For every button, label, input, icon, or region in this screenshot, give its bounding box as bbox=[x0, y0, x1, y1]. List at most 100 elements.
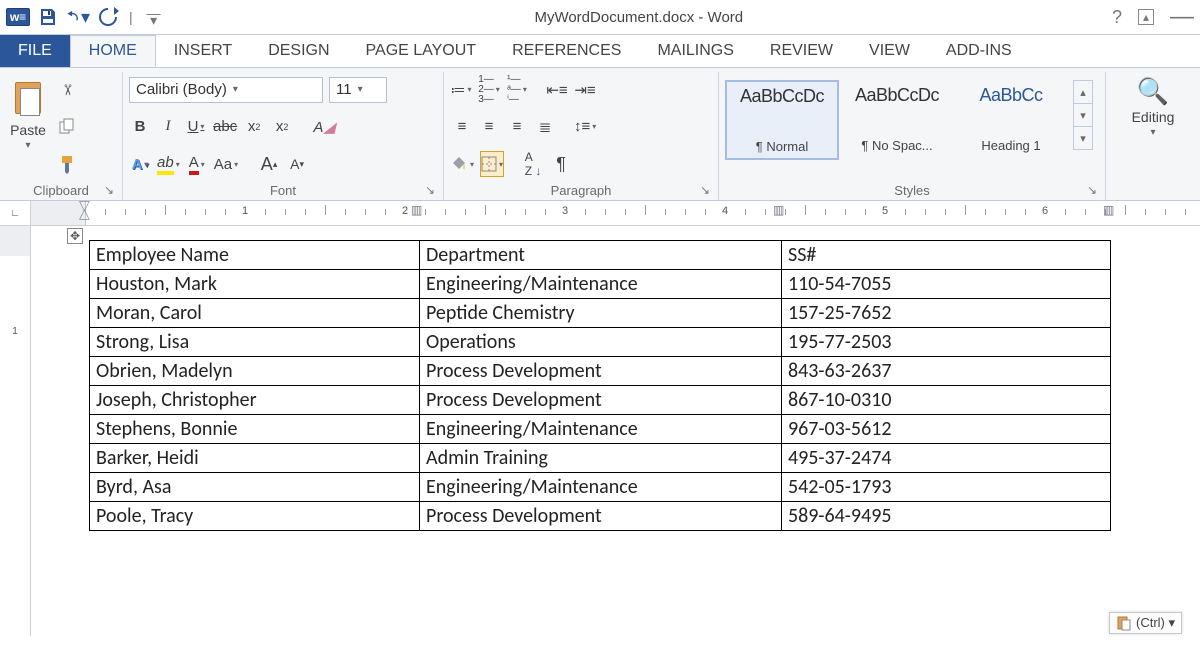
table-cell[interactable]: Moran, Carol bbox=[90, 299, 420, 328]
paragraph-dialog-launcher[interactable]: ↘ bbox=[700, 183, 710, 197]
table-cell[interactable]: Peptide Chemistry bbox=[420, 299, 782, 328]
styles-gallery[interactable]: AaBbCcDc¶ NormalAaBbCcDc¶ No Spac...AaBb… bbox=[725, 80, 1067, 160]
word-app-icon[interactable]: w≡ bbox=[6, 5, 30, 29]
table-header-cell[interactable]: SS# bbox=[782, 241, 1111, 270]
paste-options-button[interactable]: (Ctrl) ▾ bbox=[1109, 612, 1182, 634]
copy-button[interactable] bbox=[56, 115, 78, 139]
table-cell[interactable]: Process Development bbox=[420, 502, 782, 531]
align-right-button[interactable]: ≡ bbox=[506, 115, 528, 139]
table-cell[interactable]: Obrien, Madelyn bbox=[90, 357, 420, 386]
table-cell[interactable]: 157-25-7652 bbox=[782, 299, 1111, 328]
table-row[interactable]: Obrien, MadelynProcess Development843-63… bbox=[90, 357, 1111, 386]
tab-mailings[interactable]: MAILINGS bbox=[639, 35, 751, 67]
table-cell[interactable]: 843-63-2637 bbox=[782, 357, 1111, 386]
highlight-button[interactable]: ab▾ bbox=[157, 152, 180, 176]
table-cell[interactable]: 967-03-5612 bbox=[782, 415, 1111, 444]
grow-font-button[interactable]: A▴ bbox=[258, 152, 280, 176]
strikethrough-button[interactable]: abc bbox=[213, 115, 237, 139]
tab-addins[interactable]: ADD-INS bbox=[928, 35, 1030, 67]
increase-indent-button[interactable]: ⇥≡ bbox=[574, 78, 596, 102]
tab-design[interactable]: DESIGN bbox=[250, 35, 347, 67]
borders-button[interactable]: ▾ bbox=[480, 151, 504, 177]
align-center-button[interactable]: ≡ bbox=[478, 115, 500, 139]
employee-table[interactable]: Employee NameDepartmentSS#Houston, MarkE… bbox=[89, 240, 1111, 531]
underline-button[interactable]: U▾ bbox=[185, 115, 207, 139]
styles-scroll-buttons[interactable]: ▴ ▾ ▾ bbox=[1073, 80, 1093, 150]
table-cell[interactable]: Strong, Lisa bbox=[90, 328, 420, 357]
bold-button[interactable]: B bbox=[129, 115, 151, 139]
ribbon-display-options-button[interactable]: ▴ bbox=[1138, 9, 1154, 25]
tab-view[interactable]: VIEW bbox=[851, 35, 928, 67]
table-cell[interactable]: Poole, Tracy bbox=[90, 502, 420, 531]
table-row[interactable]: Barker, HeidiAdmin Training495-37-2474 bbox=[90, 444, 1111, 473]
ruler[interactable]: ∟ 1234567▥▥▥▽△ bbox=[0, 201, 1200, 226]
document-page[interactable]: ✥ Employee NameDepartmentSS#Houston, Mar… bbox=[31, 226, 1200, 636]
table-cell[interactable]: 589-64-9495 bbox=[782, 502, 1111, 531]
font-dialog-launcher[interactable]: ↘ bbox=[425, 183, 435, 197]
redo-button[interactable] bbox=[96, 5, 120, 29]
numbering-button[interactable]: 1— 2— 3— ▾ bbox=[478, 78, 500, 102]
table-cell[interactable]: Engineering/Maintenance bbox=[420, 473, 782, 502]
table-cell[interactable]: Engineering/Maintenance bbox=[420, 415, 782, 444]
table-cell[interactable]: Stephens, Bonnie bbox=[90, 415, 420, 444]
text-effects-button[interactable]: A▾ bbox=[129, 152, 151, 176]
table-row[interactable]: Houston, MarkEngineering/Maintenance110-… bbox=[90, 270, 1111, 299]
bullets-button[interactable]: ≔▾ bbox=[450, 78, 472, 102]
subscript-button[interactable]: x2 bbox=[243, 115, 265, 139]
styles-scroll-down[interactable]: ▾ bbox=[1074, 104, 1092, 127]
table-cell[interactable]: Barker, Heidi bbox=[90, 444, 420, 473]
styles-expand[interactable]: ▾ bbox=[1074, 127, 1092, 149]
shading-button[interactable]: ▾ bbox=[450, 152, 474, 176]
table-cell[interactable]: 110-54-7055 bbox=[782, 270, 1111, 299]
minimize-button[interactable]: — bbox=[1170, 3, 1194, 31]
table-move-handle[interactable]: ✥ bbox=[67, 228, 83, 244]
style-tile-1[interactable]: AaBbCcDc¶ No Spac... bbox=[841, 80, 953, 158]
table-cell[interactable]: 867-10-0310 bbox=[782, 386, 1111, 415]
table-cell[interactable]: Byrd, Asa bbox=[90, 473, 420, 502]
table-cell[interactable]: Joseph, Christopher bbox=[90, 386, 420, 415]
undo-button[interactable]: ▾ bbox=[66, 5, 90, 29]
decrease-indent-button[interactable]: ⇤≡ bbox=[546, 78, 568, 102]
table-cell[interactable]: 195-77-2503 bbox=[782, 328, 1111, 357]
line-spacing-button[interactable]: ↕≡▾ bbox=[574, 115, 596, 139]
show-marks-button[interactable]: ¶ bbox=[550, 152, 572, 176]
style-tile-2[interactable]: AaBbCcHeading 1 bbox=[955, 80, 1067, 158]
change-case-button[interactable]: Aa▾ bbox=[214, 152, 238, 176]
table-row[interactable]: Poole, TracyProcess Development589-64-94… bbox=[90, 502, 1111, 531]
font-size-combobox[interactable]: 11 ▾ bbox=[329, 77, 387, 103]
align-left-button[interactable]: ≡ bbox=[450, 115, 472, 139]
styles-dialog-launcher[interactable]: ↘ bbox=[1087, 183, 1097, 197]
font-color-button[interactable]: A▾ bbox=[186, 152, 208, 176]
justify-button[interactable]: ≣ bbox=[534, 115, 556, 139]
superscript-button[interactable]: x2 bbox=[271, 115, 293, 139]
document-area[interactable]: 1 ✥ Employee NameDepartmentSS#Houston, M… bbox=[0, 226, 1200, 636]
tab-selector[interactable]: ∟ bbox=[0, 201, 31, 225]
format-painter-button[interactable] bbox=[56, 152, 78, 176]
tab-file[interactable]: FILE bbox=[0, 35, 70, 67]
editing-dropdown[interactable]: 🔍 Editing ▾ bbox=[1128, 74, 1179, 180]
table-row[interactable]: Stephens, BonnieEngineering/Maintenance9… bbox=[90, 415, 1111, 444]
cut-button[interactable]: ✂ bbox=[56, 78, 78, 102]
table-header-row[interactable]: Employee NameDepartmentSS# bbox=[90, 241, 1111, 270]
table-cell[interactable]: Admin Training bbox=[420, 444, 782, 473]
table-cell[interactable]: Operations bbox=[420, 328, 782, 357]
styles-scroll-up[interactable]: ▴ bbox=[1074, 81, 1092, 104]
table-row[interactable]: Joseph, ChristopherProcess Development86… bbox=[90, 386, 1111, 415]
clipboard-dialog-launcher[interactable]: ↘ bbox=[104, 183, 114, 197]
clear-formatting-button[interactable]: A◢ bbox=[313, 115, 335, 139]
table-cell[interactable]: 542-05-1793 bbox=[782, 473, 1111, 502]
tab-insert[interactable]: INSERT bbox=[156, 35, 250, 67]
tab-references[interactable]: REFERENCES bbox=[494, 35, 639, 67]
table-header-cell[interactable]: Employee Name bbox=[90, 241, 420, 270]
paste-button[interactable]: Paste ▾ bbox=[6, 74, 50, 180]
shrink-font-button[interactable]: A▾ bbox=[286, 152, 308, 176]
table-row[interactable]: Moran, CarolPeptide Chemistry157-25-7652 bbox=[90, 299, 1111, 328]
table-row[interactable]: Strong, LisaOperations195-77-2503 bbox=[90, 328, 1111, 357]
table-cell[interactable]: 495-37-2474 bbox=[782, 444, 1111, 473]
table-row[interactable]: Byrd, AsaEngineering/Maintenance542-05-1… bbox=[90, 473, 1111, 502]
style-tile-0[interactable]: AaBbCcDc¶ Normal bbox=[725, 80, 839, 160]
table-cell[interactable]: Houston, Mark bbox=[90, 270, 420, 299]
table-cell[interactable]: Process Development bbox=[420, 357, 782, 386]
qat-customize-dropdown[interactable]: —▾ bbox=[142, 5, 166, 29]
tab-page-layout[interactable]: PAGE LAYOUT bbox=[348, 35, 495, 67]
